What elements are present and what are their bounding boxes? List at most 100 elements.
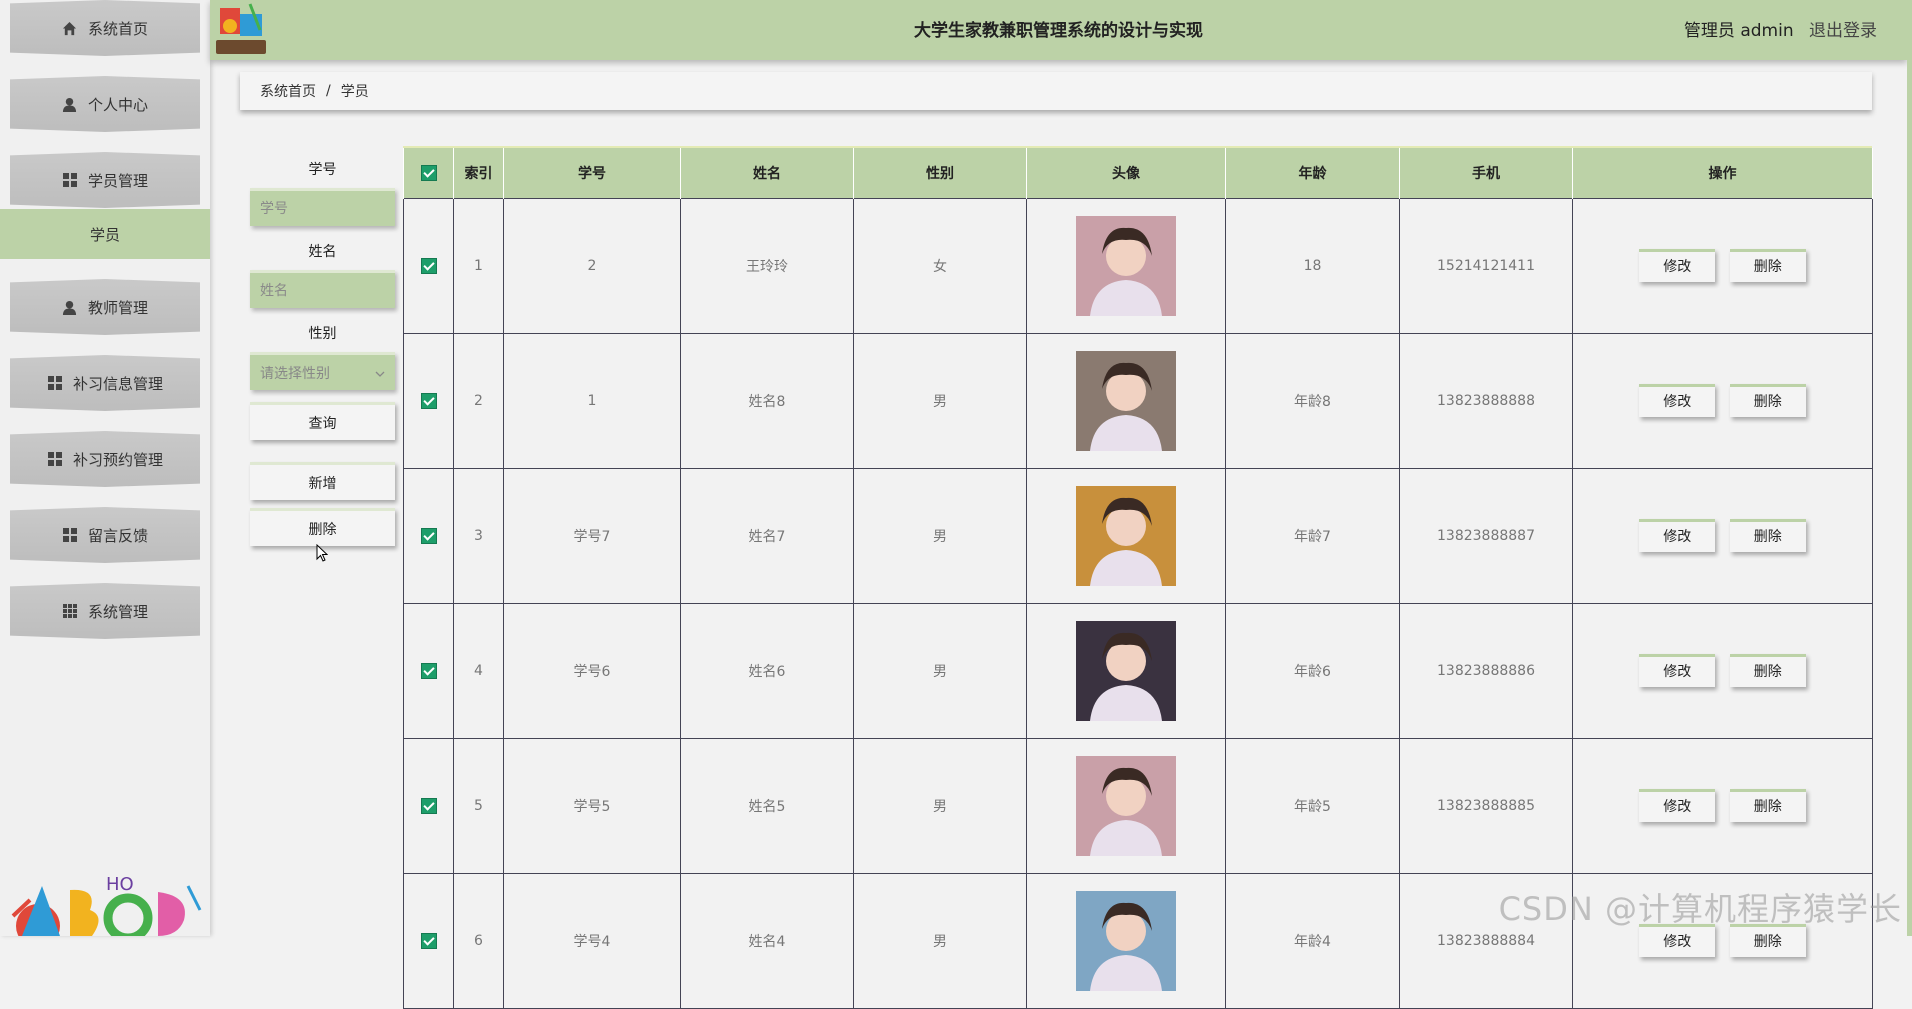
grid-icon	[47, 375, 63, 391]
edit-button[interactable]: 修改	[1639, 519, 1716, 552]
row-select-cell[interactable]	[403, 332, 454, 469]
sidebar-item-home[interactable]: 系统首页	[10, 0, 200, 56]
row-select-cell[interactable]	[403, 467, 454, 604]
edit-button[interactable]: 修改	[1639, 654, 1716, 687]
cell-name: 姓名6	[680, 602, 854, 739]
cell-phone: 13823888886	[1399, 602, 1573, 739]
cell-student-id: 学号5	[503, 737, 681, 874]
row-checkbox[interactable]	[420, 527, 437, 544]
batch-delete-button[interactable]: 删除	[250, 508, 395, 546]
cell-actions: 修改 删除	[1572, 602, 1873, 739]
table-header-row: 索引 学号 姓名 性别 头像 年龄 手机 操作	[403, 148, 1873, 198]
cell-phone: 13823888887	[1399, 467, 1573, 604]
sidebar-item-tutoring-booking[interactable]: 补习预约管理	[10, 431, 200, 487]
row-checkbox[interactable]	[420, 392, 437, 409]
row-checkbox[interactable]	[420, 662, 437, 679]
grid-icon	[62, 527, 78, 543]
sidebar-item-tutoring-info[interactable]: 补习信息管理	[10, 355, 200, 411]
column-header: 姓名	[680, 148, 854, 198]
cell-phone: 13823888885	[1399, 737, 1573, 874]
avatar-image	[1076, 215, 1176, 316]
column-header: 手机	[1399, 148, 1573, 198]
watermark: CSDN @计算机程序猿学长	[1498, 890, 1902, 928]
cell-phone: 15214121411	[1399, 197, 1573, 334]
cell-gender: 男	[853, 332, 1027, 469]
cell-gender: 男	[853, 737, 1027, 874]
cell-name: 姓名8	[680, 332, 854, 469]
sidebar-item-personal[interactable]: 个人中心	[10, 76, 200, 132]
sidebar-item-label: 补习预约管理	[72, 450, 163, 469]
cell-student-id: 1	[503, 332, 681, 469]
user-name: 管理员 admin	[1683, 21, 1794, 41]
column-header: 性别	[853, 148, 1027, 198]
user-icon	[62, 96, 78, 112]
sidebar-item-system[interactable]: 系统管理	[10, 583, 200, 639]
sidebar-item-teachers[interactable]: 教师管理	[10, 279, 200, 335]
row-select-cell[interactable]	[403, 872, 454, 1009]
cell-name: 姓名4	[680, 872, 854, 1009]
logout-link[interactable]: 退出登录	[1809, 21, 1877, 41]
column-header: 头像	[1026, 148, 1226, 198]
home-icon	[62, 20, 78, 36]
row-checkbox[interactable]	[420, 797, 437, 814]
sidebar-item-students[interactable]: 学员管理	[10, 152, 200, 208]
search-panel: 学号 姓名 性别 请选择性别 查询 新增 删除	[250, 150, 395, 546]
sidebar-subitem-label: 学员	[89, 225, 120, 244]
delete-button[interactable]: 删除	[1729, 519, 1806, 552]
cell-avatar	[1026, 872, 1226, 1009]
query-button[interactable]: 查询	[250, 402, 395, 440]
row-checkbox[interactable]	[420, 257, 437, 274]
gender-label: 性别	[308, 326, 337, 342]
row-select-cell[interactable]	[403, 197, 454, 334]
avatar-image	[1076, 350, 1176, 451]
cell-index: 1	[453, 197, 504, 334]
table-row: 4 学号6 姓名6 男 年龄6 13823888886 修改 删除	[403, 602, 1873, 739]
grid-icon	[62, 172, 78, 188]
add-button[interactable]: 新增	[250, 462, 395, 500]
breadcrumb-home[interactable]: 系统首页	[260, 81, 316, 101]
select-all-checkbox[interactable]	[420, 164, 437, 181]
name-input[interactable]	[250, 270, 395, 308]
delete-button[interactable]: 删除	[1729, 249, 1806, 282]
delete-button[interactable]: 删除	[1729, 384, 1806, 417]
right-edge-strip	[1907, 0, 1912, 936]
header-select-all[interactable]	[403, 148, 454, 198]
sidebar-item-label: 教师管理	[87, 298, 148, 317]
sidebar-item-label: 学员管理	[87, 171, 148, 190]
sidebar-item-label: 个人中心	[87, 95, 148, 114]
row-checkbox[interactable]	[420, 932, 437, 949]
cell-avatar	[1026, 737, 1226, 874]
delete-button[interactable]: 删除	[1729, 654, 1806, 687]
apps-icon	[62, 603, 78, 619]
student-id-input[interactable]	[250, 188, 395, 226]
cell-avatar	[1026, 602, 1226, 739]
breadcrumb-current: 学员	[340, 84, 369, 100]
table-row: 2 1 姓名8 男 年龄8 13823888888 修改 删除	[403, 332, 1873, 469]
student-table: 索引 学号 姓名 性别 头像 年龄 手机 操作 1 2 王玲玲 女 18 152…	[403, 148, 1873, 1009]
edit-button[interactable]: 修改	[1639, 789, 1716, 822]
gender-select[interactable]: 请选择性别	[250, 352, 395, 390]
grid-icon	[47, 451, 63, 467]
cell-gender: 男	[853, 467, 1027, 604]
cell-name: 姓名7	[680, 467, 854, 604]
table-row: 5 学号5 姓名5 男 年龄5 13823888885 修改 删除	[403, 737, 1873, 874]
cell-age: 年龄8	[1225, 332, 1400, 469]
edit-button[interactable]: 修改	[1639, 384, 1716, 417]
sidebar-item-label: 留言反馈	[87, 526, 148, 545]
user-icon	[62, 299, 78, 315]
mouse-cursor-icon	[316, 543, 329, 566]
avatar-image	[1076, 485, 1176, 586]
delete-button[interactable]: 删除	[1729, 789, 1806, 822]
sidebar-item-label: 系统首页	[87, 19, 148, 38]
cell-age: 18	[1225, 197, 1400, 334]
sidebar-subitem-student[interactable]: 学员	[0, 209, 210, 259]
column-header: 操作	[1572, 148, 1873, 198]
row-select-cell[interactable]	[403, 737, 454, 874]
svg-text:HO: HO	[106, 874, 134, 895]
avatar-image	[1076, 755, 1176, 856]
row-select-cell[interactable]	[403, 602, 454, 739]
column-header: 年龄	[1225, 148, 1400, 198]
edit-button[interactable]: 修改	[1639, 249, 1716, 282]
name-label: 姓名	[308, 244, 337, 260]
sidebar-item-feedback[interactable]: 留言反馈	[10, 507, 200, 563]
